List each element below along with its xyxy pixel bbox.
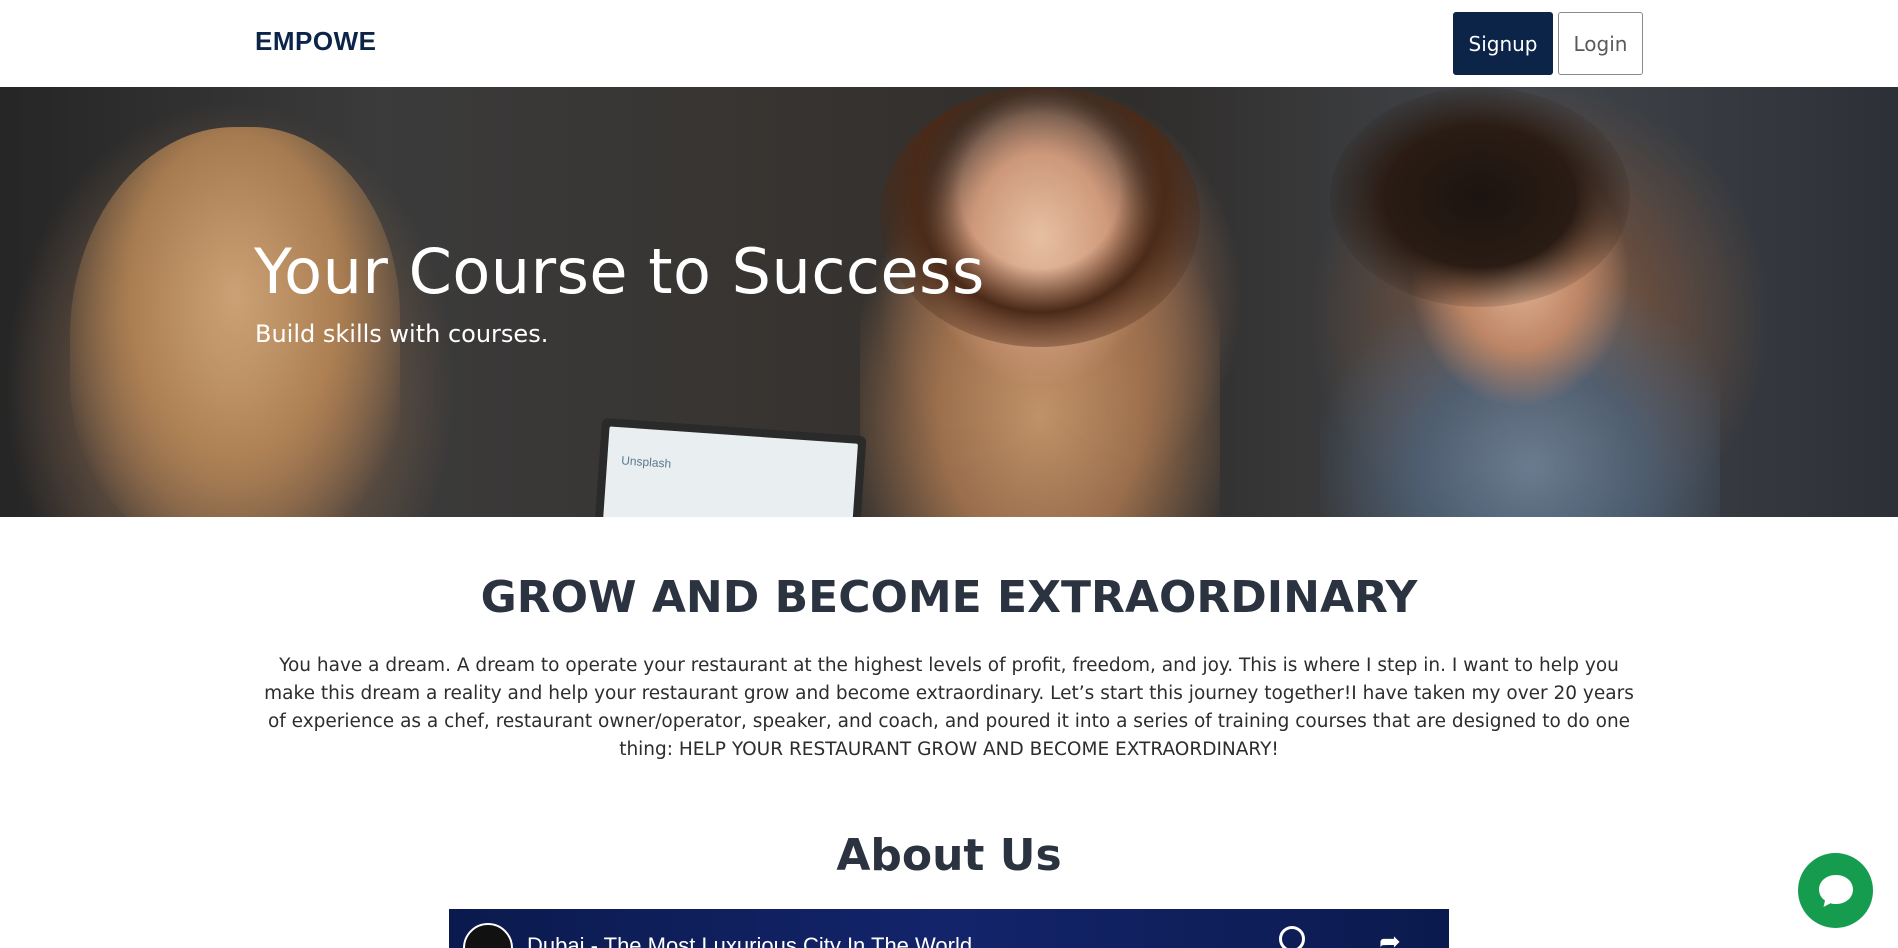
laptop-screen-text: Unsplash (620, 453, 672, 471)
share-icon[interactable]: ➦ (1379, 927, 1401, 948)
login-button[interactable]: Login (1558, 12, 1643, 75)
signup-button[interactable]: Signup (1453, 12, 1553, 75)
video-embed[interactable]: Dubai - The Most Luxurious City In The W… (449, 909, 1449, 948)
section-title: GROW AND BECOME EXTRAORDINARY (480, 572, 1418, 623)
chat-bubble-icon (1818, 874, 1853, 907)
clock-icon[interactable] (1279, 926, 1305, 948)
hero-subtitle: Build skills with courses. (255, 320, 549, 348)
hero-photo-laptop: Unsplash (594, 417, 867, 517)
hero-photo-hair-middle (880, 87, 1200, 347)
section-description: You have a dream. A dream to operate you… (264, 655, 1634, 760)
laptop-screen: Unsplash (603, 426, 858, 517)
hero-title: Your Course to Success (254, 235, 985, 308)
video-title[interactable]: Dubai - The Most Luxurious City In The W… (527, 933, 972, 948)
hero-photo-hair-right (1330, 87, 1630, 307)
chat-button[interactable] (1798, 853, 1873, 928)
hero-banner: Unsplash Your Course to Success Build sk… (0, 87, 1898, 517)
channel-logo-icon[interactable] (463, 923, 513, 948)
about-us-title: About Us (836, 830, 1062, 881)
brand-logo[interactable]: EMPOWE (255, 26, 376, 57)
site-header: EMPOWE Signup Login (0, 0, 1898, 87)
